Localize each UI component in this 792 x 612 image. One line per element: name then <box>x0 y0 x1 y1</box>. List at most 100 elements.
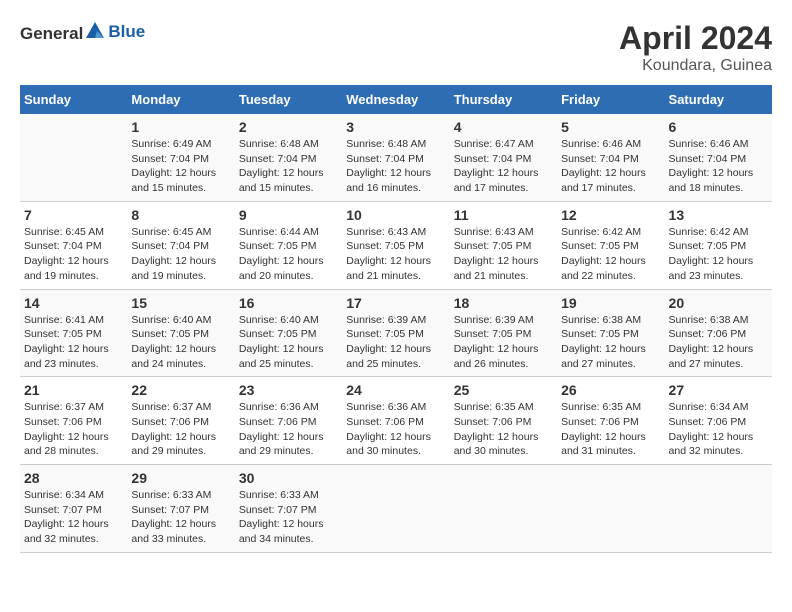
day-cell: 7 Sunrise: 6:45 AM Sunset: 7:04 PM Daylig… <box>20 201 127 289</box>
day-info: Sunrise: 6:37 AM Sunset: 7:06 PM Dayligh… <box>24 400 123 459</box>
day-number: 10 <box>346 207 445 223</box>
day-info: Sunrise: 6:44 AM Sunset: 7:05 PM Dayligh… <box>239 225 338 284</box>
day-cell: 5 Sunrise: 6:46 AM Sunset: 7:04 PM Daylig… <box>557 114 664 201</box>
day-cell: 12Sunrise: 6:42 AM Sunset: 7:05 PM Dayli… <box>557 201 664 289</box>
day-number: 20 <box>669 295 768 311</box>
day-number: 2 <box>239 119 338 135</box>
col-saturday: Saturday <box>665 85 772 114</box>
day-info: Sunrise: 6:36 AM Sunset: 7:06 PM Dayligh… <box>239 400 338 459</box>
day-cell: 11Sunrise: 6:43 AM Sunset: 7:05 PM Dayli… <box>450 201 557 289</box>
day-info: Sunrise: 6:45 AM Sunset: 7:04 PM Dayligh… <box>24 225 123 284</box>
day-number: 3 <box>346 119 445 135</box>
calendar-table: Sunday Monday Tuesday Wednesday Thursday… <box>20 85 772 553</box>
day-info: Sunrise: 6:38 AM Sunset: 7:05 PM Dayligh… <box>561 313 660 372</box>
day-cell <box>557 465 664 553</box>
col-friday: Friday <box>557 85 664 114</box>
day-cell: 14 Sunrise: 6:41 AM Sunset: 7:05 PM Dayli… <box>20 289 127 377</box>
day-number: 23 <box>239 382 338 398</box>
page-title: April 2024 <box>619 20 772 57</box>
day-info: Sunrise: 6:46 AM Sunset: 7:04 PM Dayligh… <box>669 137 768 196</box>
day-cell: 21Sunrise: 6:37 AM Sunset: 7:06 PM Dayli… <box>20 377 127 465</box>
day-info: Sunrise: 6:43 AM Sunset: 7:05 PM Dayligh… <box>346 225 445 284</box>
day-cell: 3Sunrise: 6:48 AM Sunset: 7:04 PM Daylig… <box>342 114 449 201</box>
col-sunday: Sunday <box>20 85 127 114</box>
col-tuesday: Tuesday <box>235 85 342 114</box>
day-info: Sunrise: 6:47 AM Sunset: 7:04 PM Dayligh… <box>454 137 553 196</box>
day-cell <box>665 465 772 553</box>
day-cell: 15 Sunrise: 6:40 AM Sunset: 7:05 PM Dayli… <box>127 289 234 377</box>
day-info: Sunrise: 6:39 AM Sunset: 7:05 PM Dayligh… <box>454 313 553 372</box>
day-info: Sunrise: 6:40 AM Sunset: 7:05 PM Dayligh… <box>131 313 230 372</box>
day-info: Sunrise: 6:34 AM Sunset: 7:06 PM Dayligh… <box>669 400 768 459</box>
day-number: 29 <box>131 470 230 486</box>
day-number: 17 <box>346 295 445 311</box>
day-info: Sunrise: 6:33 AM Sunset: 7:07 PM Dayligh… <box>131 488 230 547</box>
day-number: 14 <box>24 295 123 311</box>
logo: General Blue <box>20 20 145 44</box>
day-cell: 29 Sunrise: 6:33 AM Sunset: 7:07 PM Dayli… <box>127 465 234 553</box>
day-number: 1 <box>131 119 230 135</box>
logo-text: General <box>20 20 106 44</box>
day-number: 22 <box>131 382 230 398</box>
day-cell: 18 Sunrise: 6:39 AM Sunset: 7:05 PM Dayli… <box>450 289 557 377</box>
day-cell: 10 Sunrise: 6:43 AM Sunset: 7:05 PM Dayli… <box>342 201 449 289</box>
day-cell: 25Sunrise: 6:35 AM Sunset: 7:06 PM Dayli… <box>450 377 557 465</box>
day-cell <box>342 465 449 553</box>
day-cell: 17Sunrise: 6:39 AM Sunset: 7:05 PM Dayli… <box>342 289 449 377</box>
day-number: 7 <box>24 207 123 223</box>
page-subtitle: Koundara, Guinea <box>619 57 772 75</box>
day-number: 13 <box>669 207 768 223</box>
day-info: Sunrise: 6:34 AM Sunset: 7:07 PM Dayligh… <box>24 488 123 547</box>
day-number: 8 <box>131 207 230 223</box>
week-row-4: 21Sunrise: 6:37 AM Sunset: 7:06 PM Dayli… <box>20 377 772 465</box>
day-number: 12 <box>561 207 660 223</box>
day-info: Sunrise: 6:42 AM Sunset: 7:05 PM Dayligh… <box>669 225 768 284</box>
col-monday: Monday <box>127 85 234 114</box>
day-number: 26 <box>561 382 660 398</box>
day-cell: 13 Sunrise: 6:42 AM Sunset: 7:05 PM Dayli… <box>665 201 772 289</box>
day-info: Sunrise: 6:46 AM Sunset: 7:04 PM Dayligh… <box>561 137 660 196</box>
day-number: 16 <box>239 295 338 311</box>
day-cell: 23 Sunrise: 6:36 AM Sunset: 7:06 PM Dayli… <box>235 377 342 465</box>
day-cell: 4Sunrise: 6:47 AM Sunset: 7:04 PM Daylig… <box>450 114 557 201</box>
day-info: Sunrise: 6:41 AM Sunset: 7:05 PM Dayligh… <box>24 313 123 372</box>
day-info: Sunrise: 6:37 AM Sunset: 7:06 PM Dayligh… <box>131 400 230 459</box>
day-number: 6 <box>669 119 768 135</box>
day-number: 9 <box>239 207 338 223</box>
day-cell: 30 Sunrise: 6:33 AM Sunset: 7:07 PM Dayli… <box>235 465 342 553</box>
day-cell: 26 Sunrise: 6:35 AM Sunset: 7:06 PM Dayli… <box>557 377 664 465</box>
day-cell: 6 Sunrise: 6:46 AM Sunset: 7:04 PM Daylig… <box>665 114 772 201</box>
day-cell: 24Sunrise: 6:36 AM Sunset: 7:06 PM Dayli… <box>342 377 449 465</box>
day-number: 30 <box>239 470 338 486</box>
week-row-3: 14 Sunrise: 6:41 AM Sunset: 7:05 PM Dayli… <box>20 289 772 377</box>
logo-general: General <box>20 24 83 43</box>
day-cell: 19 Sunrise: 6:38 AM Sunset: 7:05 PM Dayli… <box>557 289 664 377</box>
day-info: Sunrise: 6:49 AM Sunset: 7:04 PM Dayligh… <box>131 137 230 196</box>
week-row-1: 1 Sunrise: 6:49 AM Sunset: 7:04 PM Daylig… <box>20 114 772 201</box>
day-number: 15 <box>131 295 230 311</box>
day-number: 18 <box>454 295 553 311</box>
day-cell: 9 Sunrise: 6:44 AM Sunset: 7:05 PM Daylig… <box>235 201 342 289</box>
day-info: Sunrise: 6:36 AM Sunset: 7:06 PM Dayligh… <box>346 400 445 459</box>
logo-icon <box>84 20 106 42</box>
day-number: 27 <box>669 382 768 398</box>
calendar-header-row: Sunday Monday Tuesday Wednesday Thursday… <box>20 85 772 114</box>
day-cell: 27 Sunrise: 6:34 AM Sunset: 7:06 PM Dayli… <box>665 377 772 465</box>
day-number: 5 <box>561 119 660 135</box>
day-cell: 28 Sunrise: 6:34 AM Sunset: 7:07 PM Dayli… <box>20 465 127 553</box>
day-cell: 16 Sunrise: 6:40 AM Sunset: 7:05 PM Dayli… <box>235 289 342 377</box>
day-info: Sunrise: 6:40 AM Sunset: 7:05 PM Dayligh… <box>239 313 338 372</box>
day-info: Sunrise: 6:35 AM Sunset: 7:06 PM Dayligh… <box>454 400 553 459</box>
page-header: General Blue April 2024 Koundara, Guinea <box>20 20 772 75</box>
day-info: Sunrise: 6:35 AM Sunset: 7:06 PM Dayligh… <box>561 400 660 459</box>
day-info: Sunrise: 6:48 AM Sunset: 7:04 PM Dayligh… <box>239 137 338 196</box>
week-row-5: 28 Sunrise: 6:34 AM Sunset: 7:07 PM Dayli… <box>20 465 772 553</box>
day-cell <box>20 114 127 201</box>
day-number: 28 <box>24 470 123 486</box>
day-number: 19 <box>561 295 660 311</box>
day-info: Sunrise: 6:45 AM Sunset: 7:04 PM Dayligh… <box>131 225 230 284</box>
day-info: Sunrise: 6:38 AM Sunset: 7:06 PM Dayligh… <box>669 313 768 372</box>
title-block: April 2024 Koundara, Guinea <box>619 20 772 75</box>
day-info: Sunrise: 6:33 AM Sunset: 7:07 PM Dayligh… <box>239 488 338 547</box>
day-cell: 2 Sunrise: 6:48 AM Sunset: 7:04 PM Daylig… <box>235 114 342 201</box>
